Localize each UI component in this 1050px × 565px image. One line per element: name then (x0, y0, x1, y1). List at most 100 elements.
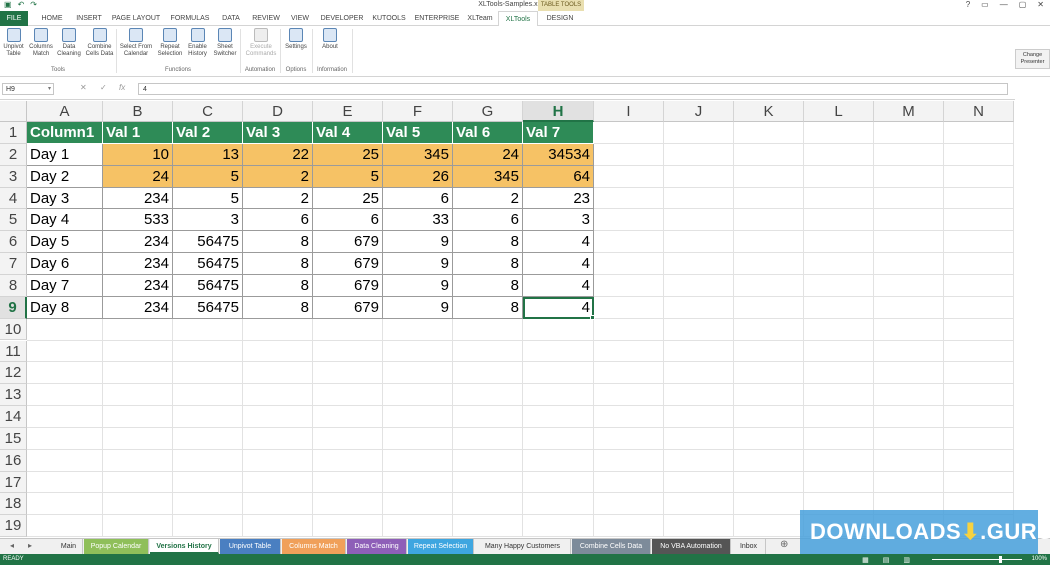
sheet-tab-popup-calendar[interactable]: Popup Calendar (84, 539, 149, 554)
sheet-tab-versions-history[interactable]: Versions History (150, 539, 219, 554)
select-all-corner[interactable] (0, 101, 27, 122)
help-icon[interactable]: ? (966, 0, 970, 9)
row-header-4[interactable]: 4 (0, 187, 27, 210)
cell-f4[interactable]: 6 (383, 187, 453, 210)
row-header-16[interactable]: 16 (0, 449, 27, 472)
column-header-b[interactable]: B (103, 101, 173, 122)
cell-h6[interactable]: 4 (523, 231, 594, 254)
ribbon-tab-data[interactable]: DATA (216, 11, 246, 26)
row-header-12[interactable]: 12 (0, 362, 27, 385)
cell-c6[interactable]: 56475 (173, 231, 243, 254)
row-header-7[interactable]: 7 (0, 253, 27, 275)
sheet-tab-main[interactable]: Main (55, 539, 83, 554)
cell-f1[interactable]: Val 5 (383, 122, 453, 144)
column-header-j[interactable]: J (664, 101, 734, 122)
cell-b3[interactable]: 24 (103, 165, 173, 188)
column-header-n[interactable]: N (944, 101, 1014, 122)
cell-d6[interactable]: 8 (243, 231, 313, 254)
cell-a9[interactable]: Day 8 (27, 296, 103, 319)
sheet-tab-repeat-selection[interactable]: Repeat Selection (408, 539, 474, 554)
cell-g6[interactable]: 8 (453, 231, 523, 254)
cell-g7[interactable]: 8 (453, 253, 523, 275)
cell-f8[interactable]: 9 (383, 274, 453, 297)
confirm-icon[interactable]: ✓ (100, 83, 107, 92)
row-header-11[interactable]: 11 (0, 340, 27, 363)
cell-h5[interactable]: 3 (523, 209, 594, 232)
cell-e8[interactable]: 679 (313, 274, 383, 297)
sheet-tab-combine-cells-data[interactable]: Combine Cells Data (572, 539, 651, 554)
add-sheet-icon[interactable]: ⊕ (780, 539, 788, 550)
ribbon-tab-view[interactable]: VIEW (286, 11, 314, 26)
restore-icon[interactable]: ▢ (1019, 0, 1027, 9)
sheet-tab-columns-match[interactable]: Columns Match (282, 539, 346, 554)
cell-g3[interactable]: 345 (453, 165, 523, 188)
cell-e7[interactable]: 679 (313, 253, 383, 275)
cell-c2[interactable]: 13 (173, 143, 243, 166)
cell-c3[interactable]: 5 (173, 165, 243, 188)
cell-d3[interactable]: 2 (243, 165, 313, 188)
cell-c7[interactable]: 56475 (173, 253, 243, 275)
ribbon-tab-kutools[interactable]: KUTOOLS (368, 11, 410, 26)
cell-a3[interactable]: Day 2 (27, 165, 103, 188)
zoom-slider[interactable] (932, 559, 1022, 560)
unpivot-button[interactable]: Unpivot Table (0, 28, 27, 64)
close-icon[interactable]: ✕ (1037, 0, 1044, 9)
column-header-c[interactable]: C (173, 101, 243, 122)
cell-d2[interactable]: 22 (243, 143, 313, 166)
cell-d8[interactable]: 8 (243, 274, 313, 297)
cell-a8[interactable]: Day 7 (27, 274, 103, 297)
cell-a5[interactable]: Day 4 (27, 209, 103, 232)
ribbon-tab-file[interactable]: FILE (0, 11, 28, 26)
cell-c1[interactable]: Val 2 (173, 122, 243, 144)
column-header-f[interactable]: F (383, 101, 453, 122)
cell-f5[interactable]: 33 (383, 209, 453, 232)
cell-g9[interactable]: 8 (453, 296, 523, 319)
cell-g2[interactable]: 24 (453, 143, 523, 166)
data-button[interactable]: Data Cleaning (55, 28, 83, 64)
name-box[interactable]: H9 ▾ (2, 83, 54, 95)
cell-e3[interactable]: 5 (313, 165, 383, 188)
ribbon-tab-design[interactable]: DESIGN (541, 11, 579, 26)
cell-f2[interactable]: 345 (383, 143, 453, 166)
cell-g1[interactable]: Val 6 (453, 122, 523, 144)
ribbon-tab-developer[interactable]: DEVELOPER (318, 11, 366, 26)
enable-button[interactable]: Enable History (184, 28, 211, 64)
cell-e6[interactable]: 679 (313, 231, 383, 254)
ribbon-tab-page-layout[interactable]: PAGE LAYOUT (108, 11, 164, 26)
cell-a6[interactable]: Day 5 (27, 231, 103, 254)
cell-c8[interactable]: 56475 (173, 274, 243, 297)
combine-button[interactable]: Combine Cells Data (83, 28, 116, 64)
cell-b6[interactable]: 234 (103, 231, 173, 254)
cell-h9[interactable]: 4 (523, 296, 594, 319)
cell-d4[interactable]: 2 (243, 187, 313, 210)
cell-c9[interactable]: 56475 (173, 296, 243, 319)
sheet-tab-many-happy-customers[interactable]: Many Happy Customers (475, 539, 571, 554)
cell-c4[interactable]: 5 (173, 187, 243, 210)
columns-button[interactable]: Columns Match (27, 28, 55, 64)
column-header-d[interactable]: D (243, 101, 313, 122)
worksheet-grid[interactable]: A B C D E F G H I J K L M N 1 2 3 4 5 6 7 8 9 10 11 12 13 14 15 16 17 1… (0, 101, 1050, 538)
row-header-18[interactable]: 18 (0, 493, 27, 516)
column-header-m[interactable]: M (874, 101, 944, 122)
cell-b4[interactable]: 234 (103, 187, 173, 210)
select from-button[interactable]: Select From Calendar (118, 28, 154, 64)
cell-g8[interactable]: 8 (453, 274, 523, 297)
cell-e9[interactable]: 679 (313, 296, 383, 319)
cell-d7[interactable]: 8 (243, 253, 313, 275)
row-header-9[interactable]: 9 (0, 296, 27, 319)
page-break-view-icon[interactable]: ▥ (903, 556, 910, 564)
scroll-left-icon[interactable]: ◂ (10, 541, 14, 550)
row-header-2[interactable]: 2 (0, 143, 27, 166)
column-header-a[interactable]: A (27, 101, 103, 122)
row-header-14[interactable]: 14 (0, 406, 27, 428)
cell-e2[interactable]: 25 (313, 143, 383, 166)
formula-input[interactable]: 4 (138, 83, 1008, 95)
cell-f7[interactable]: 9 (383, 253, 453, 275)
sheet-tab-unpivot-table[interactable]: Unpivot Table (220, 539, 281, 554)
scroll-right-icon[interactable]: ▸ (28, 541, 32, 550)
cell-h3[interactable]: 64 (523, 165, 594, 188)
row-header-10[interactable]: 10 (0, 318, 27, 341)
row-header-3[interactable]: 3 (0, 165, 27, 188)
minimize-icon[interactable]: — (1000, 0, 1008, 9)
zoom-level[interactable]: 100% (1032, 556, 1047, 562)
